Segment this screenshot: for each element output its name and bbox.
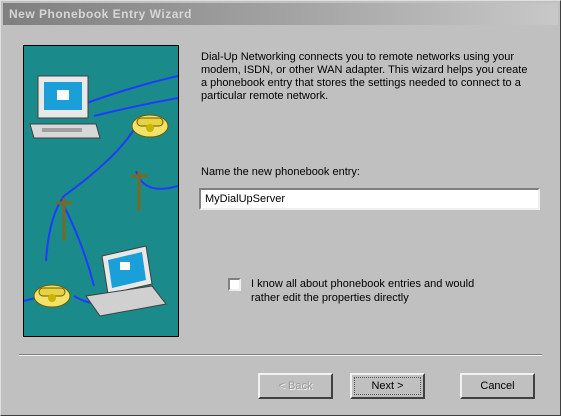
- window-title: New Phonebook Entry Wizard: [9, 7, 192, 21]
- telephone-icon: [131, 114, 169, 138]
- wizard-illustration: [23, 45, 179, 337]
- advanced-edit-label[interactable]: I know all about phonebook entries and w…: [251, 277, 501, 305]
- back-button[interactable]: < Back: [258, 373, 333, 399]
- computer-icon: [29, 75, 101, 139]
- wizard-window: New Phonebook Entry Wizard Dial-Up Netwo…: [0, 0, 561, 416]
- entry-name-label: Name the new phonebook entry:: [201, 166, 360, 178]
- cancel-button[interactable]: Cancel: [460, 373, 535, 399]
- telephone-pole-icon: [56, 171, 147, 241]
- telephone-icon: [33, 284, 71, 308]
- advanced-edit-option[interactable]: I know all about phonebook entries and w…: [228, 277, 501, 305]
- wizard-description: Dial-Up Networking connects you to remot…: [201, 51, 528, 102]
- entry-name-input[interactable]: [199, 188, 540, 210]
- title-bar[interactable]: New Phonebook Entry Wizard: [3, 3, 558, 25]
- next-button[interactable]: Next >: [350, 373, 425, 399]
- button-divider: [19, 354, 542, 356]
- laptop-icon: [85, 245, 167, 317]
- advanced-edit-checkbox[interactable]: [228, 278, 241, 291]
